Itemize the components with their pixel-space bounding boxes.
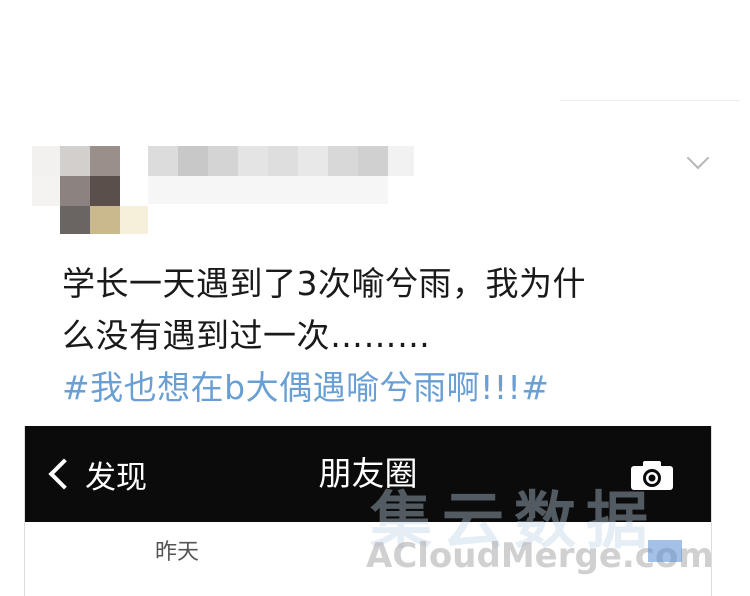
top-divider (560, 100, 740, 101)
avatar-pixel (32, 176, 60, 206)
post-text: 学长一天遇到了3次喻兮雨，我为什 么没有遇到过一次……… #我也想在b大偶遇喻兮… (62, 258, 702, 414)
avatar-pixel (90, 176, 120, 206)
avatar-pixel (90, 206, 120, 234)
date-label: 昨天 (155, 540, 200, 565)
username-pixel (148, 176, 388, 204)
username-pixel (178, 146, 208, 176)
post-text-line: 么没有遇到过一次……… (62, 316, 431, 355)
username-pixel (388, 146, 414, 176)
hashtag-link[interactable]: #我也想在b大偶遇喻兮雨啊!!!# (62, 362, 702, 414)
post-text-line: 学长一天遇到了3次喻兮雨，我为什 (62, 264, 586, 303)
back-button[interactable]: 发现 (43, 450, 147, 498)
avatar-pixel (60, 206, 90, 234)
avatar-pixel (32, 146, 60, 176)
username-pixel (328, 146, 358, 176)
username-pixel (298, 146, 328, 176)
avatar-pixel (60, 146, 90, 176)
chevron-left-icon (48, 458, 80, 490)
avatar-pixel (60, 176, 90, 206)
avatar-pixel (90, 146, 120, 176)
username-pixel (238, 146, 268, 176)
back-label: 发现 (85, 459, 147, 496)
username-pixel (208, 146, 238, 176)
chevron-down-icon[interactable] (686, 146, 710, 170)
username-pixel (148, 146, 178, 176)
username-pixel (268, 146, 298, 176)
badge-thumbnail (648, 540, 682, 562)
avatar-pixel (120, 206, 148, 234)
username-pixel (358, 146, 388, 176)
